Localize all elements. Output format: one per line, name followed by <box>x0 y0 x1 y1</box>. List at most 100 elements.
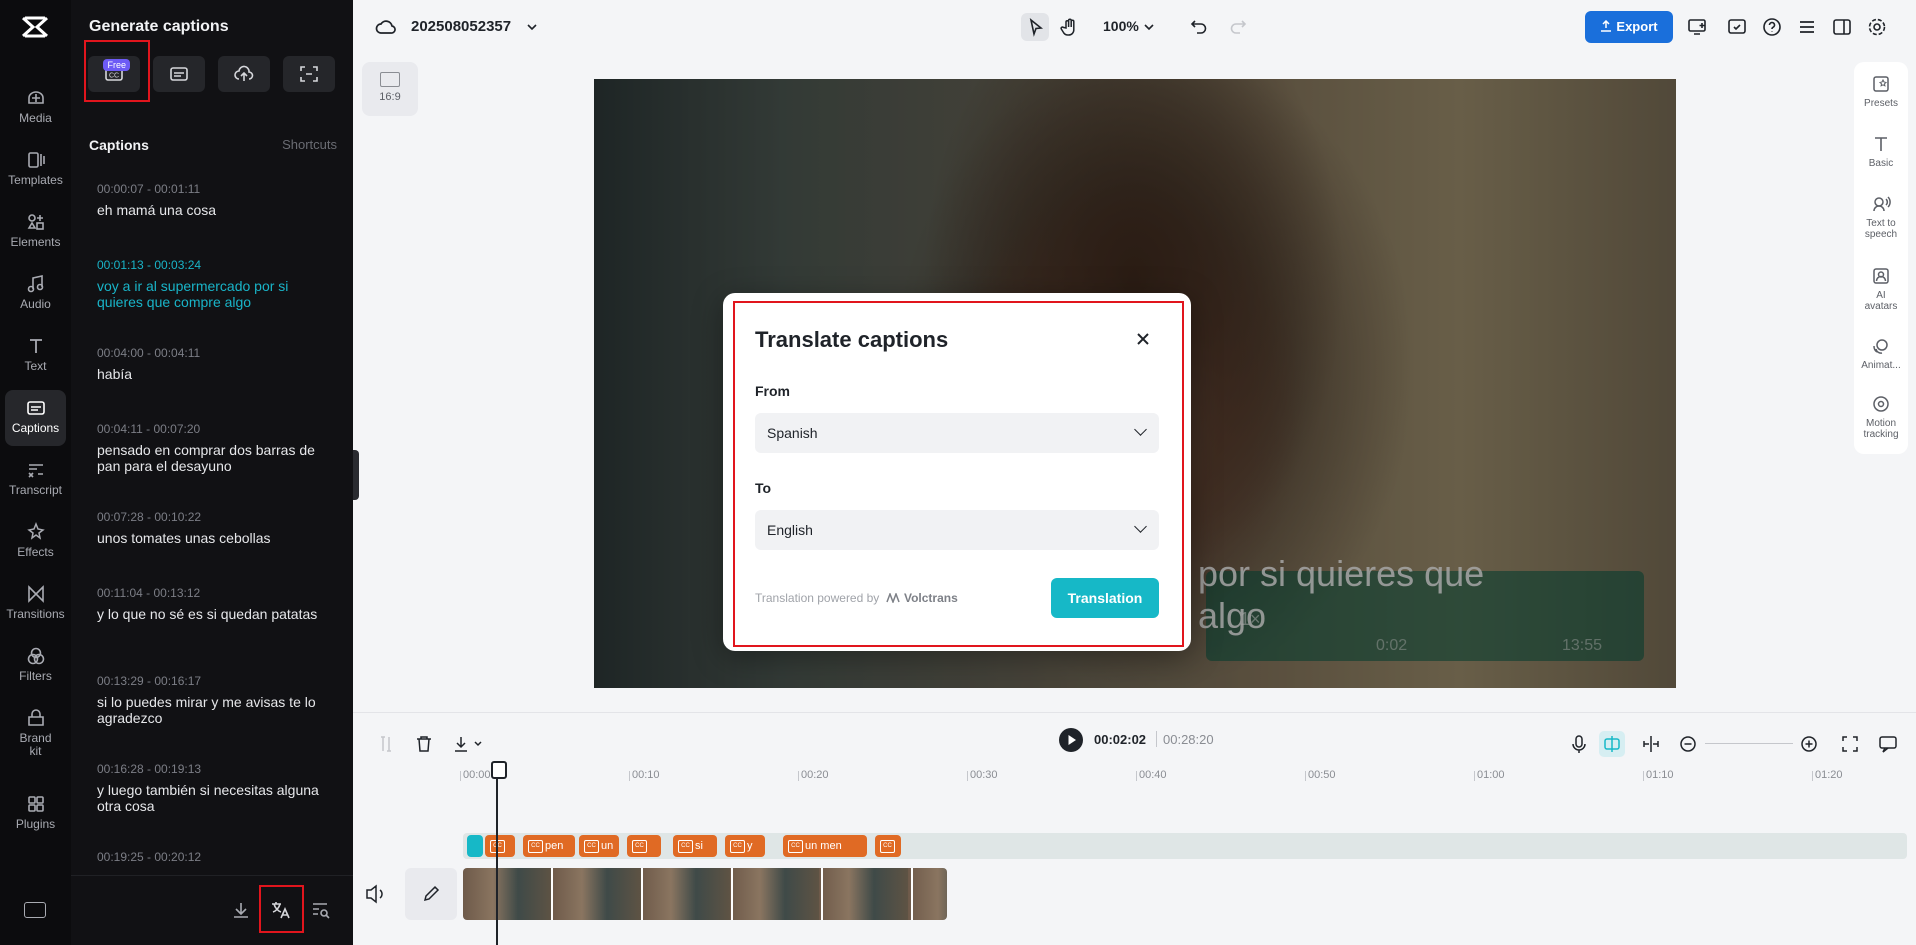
review-icon[interactable] <box>1727 17 1747 37</box>
track-mute-button[interactable] <box>353 868 405 920</box>
caption-clip[interactable] <box>627 835 661 857</box>
caption-item[interactable]: 00:07:28 - 00:10:22 unos tomates unas ce… <box>97 510 327 546</box>
rail-item-transitions[interactable]: Transitions <box>5 576 66 632</box>
frame-separator <box>911 868 913 920</box>
zoom-slider[interactable] <box>1705 743 1793 744</box>
scan-captions-button[interactable] <box>283 56 335 92</box>
rail-item-transcript[interactable]: Transcript <box>5 452 66 508</box>
caption-text[interactable]: voy a ir al supermercado por si quieres … <box>97 278 327 310</box>
link-icon[interactable] <box>1640 733 1662 755</box>
subtitle-template-button[interactable] <box>153 56 205 92</box>
layout-icon[interactable] <box>1832 17 1852 37</box>
select-tool-button[interactable] <box>1021 13 1049 41</box>
redo-icon[interactable] <box>1228 17 1248 37</box>
play-button[interactable] <box>1059 728 1083 752</box>
rail-item-templates[interactable]: Templates <box>5 142 66 198</box>
caption-item[interactable]: 00:16:28 - 00:19:13 y luego también si n… <box>97 762 327 814</box>
chevron-down-icon[interactable] <box>526 22 538 32</box>
rail-item-text[interactable]: Text <box>5 328 66 384</box>
rail-item-audio[interactable]: Audio <box>5 266 66 322</box>
keyboard-shortcuts-icon[interactable] <box>24 902 46 918</box>
tool-presets[interactable]: Presets <box>1854 74 1908 109</box>
subtitle-icon <box>169 65 189 83</box>
caption-track[interactable]: pen un si y un men <box>463 833 1907 859</box>
panel-collapse-handle[interactable] <box>353 450 359 500</box>
caption-text[interactable]: y lo que no sé es si quedan patatas <box>97 606 327 622</box>
caption-text[interactable]: si lo puedes mirar y me avisas te lo agr… <box>97 694 327 726</box>
layers-icon[interactable] <box>1797 17 1817 37</box>
help-icon[interactable] <box>1762 17 1782 37</box>
hand-tool-button[interactable] <box>1056 13 1084 41</box>
caption-item[interactable]: 00:13:29 - 00:16:17 si lo puedes mirar y… <box>97 674 327 726</box>
download-icon[interactable] <box>229 898 253 922</box>
search-list-icon[interactable] <box>309 898 333 922</box>
zoom-in-icon[interactable] <box>1798 733 1820 755</box>
settings-icon[interactable] <box>1867 17 1887 37</box>
present-icon[interactable] <box>1687 17 1707 37</box>
tool-basic[interactable]: Basic <box>1854 134 1908 169</box>
capcut-logo-icon[interactable] <box>20 14 50 40</box>
caption-clip[interactable]: y <box>725 835 765 857</box>
rail-item-brand-kit[interactable]: Brand kit <box>5 700 66 766</box>
export-button[interactable]: Export <box>1585 11 1673 43</box>
caption-time: 00:00:07 - 00:01:11 <box>97 182 327 196</box>
caption-clip[interactable]: un men <box>783 835 867 857</box>
zoom-out-icon[interactable] <box>1677 733 1699 755</box>
rail-item-plugins[interactable]: Plugins <box>5 786 66 842</box>
translation-button[interactable]: Translation <box>1051 578 1159 618</box>
caption-text[interactable]: había <box>97 366 327 382</box>
caption-clip[interactable]: si <box>673 835 717 857</box>
auto-snap-toggle[interactable] <box>1599 731 1625 757</box>
tool-motion-tracking[interactable]: Motion tracking <box>1854 394 1908 440</box>
tool-ai-avatars[interactable]: AI avatars <box>1854 266 1908 312</box>
tool-text-to-speech[interactable]: Text to speech <box>1854 194 1908 240</box>
caption-item-active[interactable]: 00:01:13 - 00:03:24 voy a ir al supermer… <box>97 258 327 310</box>
caption-item[interactable]: 00:19:25 - 00:20:12 <box>97 850 327 870</box>
tool-animation[interactable]: Animat... <box>1854 336 1908 371</box>
translate-icon[interactable] <box>269 898 293 922</box>
caption-text[interactable]: y luego también si necesitas alguna otra… <box>97 782 327 814</box>
volume-icon <box>353 868 405 920</box>
caption-item[interactable]: 00:04:11 - 00:07:20 pensado en comprar d… <box>97 422 327 474</box>
caption-clip[interactable]: pen <box>523 835 575 857</box>
selected-caption-clip[interactable] <box>467 835 483 857</box>
rail-item-captions[interactable]: Captions <box>5 390 66 446</box>
caption-clip[interactable]: un <box>579 835 619 857</box>
playhead[interactable] <box>496 761 498 945</box>
track-edit-button[interactable] <box>405 868 457 920</box>
cloud-sync-icon[interactable] <box>375 17 397 37</box>
delete-icon[interactable] <box>413 733 435 755</box>
close-icon[interactable] <box>1133 329 1153 349</box>
fullscreen-icon[interactable] <box>1839 733 1861 755</box>
auto-captions-button[interactable]: CC Free <box>88 56 140 92</box>
from-language-select[interactable]: Spanish <box>755 413 1159 453</box>
project-name[interactable]: 202508052357 <box>411 18 511 35</box>
upload-captions-button[interactable] <box>218 56 270 92</box>
rail-item-filters[interactable]: Filters <box>5 638 66 694</box>
video-track[interactable] <box>463 868 947 920</box>
zoom-level[interactable]: 100% <box>1103 18 1139 34</box>
undo-icon[interactable] <box>1189 17 1209 37</box>
caption-item[interactable]: 00:04:00 - 00:04:11 había <box>97 346 327 382</box>
caption-text[interactable]: pensado en comprar dos barras de pan par… <box>97 442 327 474</box>
download-menu-icon[interactable] <box>451 733 487 755</box>
to-language-select[interactable]: English <box>755 510 1159 550</box>
chevron-down-icon[interactable] <box>1143 22 1155 32</box>
rail-item-elements[interactable]: Elements <box>5 204 66 260</box>
rail-label: Effects <box>5 546 66 559</box>
split-icon[interactable] <box>375 733 397 755</box>
caption-text[interactable]: eh mamá una cosa <box>97 202 327 218</box>
aspect-ratio-button[interactable]: 16:9 <box>362 62 418 116</box>
caption-text[interactable]: unos tomates unas cebollas <box>97 530 327 546</box>
caption-clip[interactable] <box>485 835 515 857</box>
microphone-icon[interactable] <box>1568 733 1590 755</box>
left-rail: Media Templates Elements Audio Text Capt… <box>0 0 71 945</box>
shortcuts-link[interactable]: Shortcuts <box>282 137 337 152</box>
timeline-ruler[interactable]: 00:00 00:10 00:20 00:30 00:40 00:50 01:0… <box>463 769 1913 791</box>
caption-clip[interactable] <box>875 835 901 857</box>
rail-item-media[interactable]: Media <box>5 80 66 136</box>
feedback-icon[interactable] <box>1877 733 1899 755</box>
caption-item[interactable]: 00:00:07 - 00:01:11 eh mamá una cosa <box>97 182 327 218</box>
caption-item[interactable]: 00:11:04 - 00:13:12 y lo que no sé es si… <box>97 586 327 622</box>
rail-item-effects[interactable]: Effects <box>5 514 66 570</box>
